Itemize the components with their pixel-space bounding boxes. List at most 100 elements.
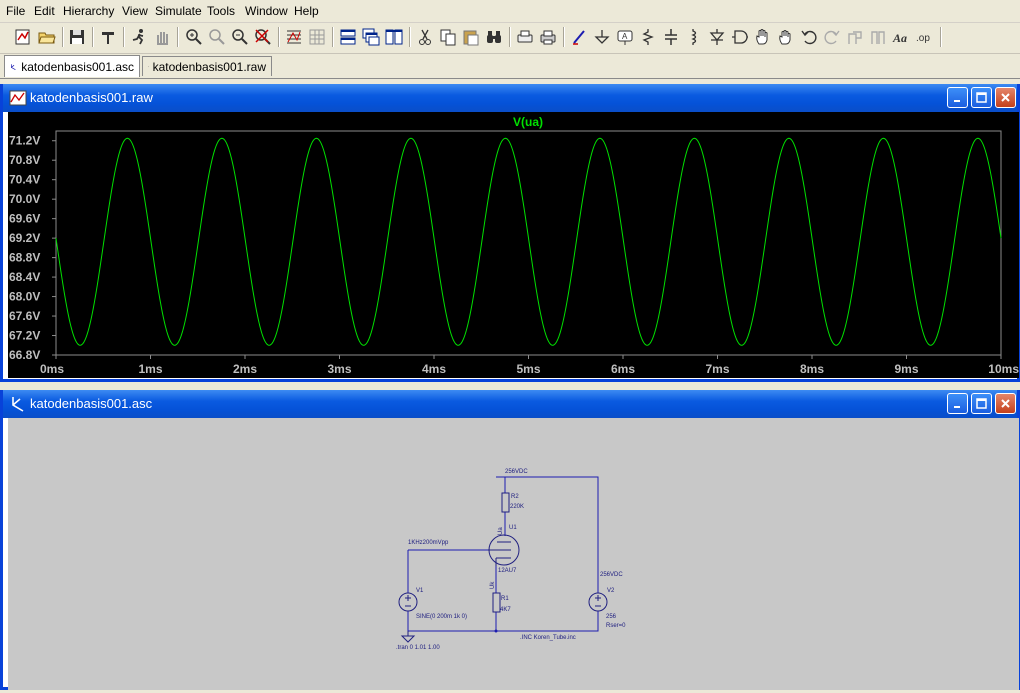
y-tick-label: 68.8V [9,251,40,265]
y-tick-label: 67.2V [9,329,40,343]
label-r1-value[interactable]: 4K7 [500,607,511,613]
label-icon[interactable]: A [614,26,636,48]
resistor-r1[interactable] [493,593,500,612]
text-icon[interactable]: Aa [890,26,912,48]
menu-tools[interactable]: Tools [207,4,235,18]
zoom-out-icon[interactable] [229,26,251,48]
resistor-icon[interactable] [637,26,659,48]
x-tick-label: 7ms [705,362,729,376]
zoom-in-icon[interactable] [183,26,205,48]
schematic-canvas[interactable]: 256VDC R2 220K U1 Ua 12AU7 1KHz200mVpp V… [8,418,1019,690]
capacitor-icon[interactable] [660,26,682,48]
label-v1-value[interactable]: SINE(0 200m 1k 0) [416,614,467,620]
triode-u1[interactable] [488,535,519,566]
label-v2-name[interactable]: V2 [607,588,615,594]
toolbar-separator [509,27,511,47]
redo-icon[interactable] [821,26,843,48]
label-tube-net[interactable]: Ua [498,527,504,535]
tab-waveform[interactable]: katodenbasis001.raw [142,56,272,76]
waveform-plot[interactable]: V(ua) 71.2V70.8V70.4V70.0V69.6V69.2V68.8… [8,112,1019,378]
control-panel-icon[interactable] [97,26,119,48]
diode-icon[interactable] [706,26,728,48]
save-icon[interactable] [66,26,88,48]
copy-icon[interactable] [437,26,459,48]
label-r2-name[interactable]: R2 [511,494,519,500]
menu-help[interactable]: Help [294,4,319,18]
ground-icon[interactable] [591,26,613,48]
close-button[interactable] [995,87,1016,108]
schematic-drawing[interactable]: 256VDC R2 220K U1 Ua 12AU7 1KHz200mVpp V… [8,418,1019,690]
open-icon[interactable] [36,26,58,48]
menu-edit[interactable]: Edit [34,4,55,18]
print-icon[interactable] [537,26,559,48]
zoom-pan-icon[interactable] [206,26,228,48]
halt-icon[interactable] [151,26,173,48]
tile-vertical-icon[interactable] [383,26,405,48]
ground-symbol[interactable] [402,631,414,642]
junction-dot [495,630,498,633]
label-v2-rser[interactable]: Rser=0 [606,623,626,629]
find-icon[interactable] [483,26,505,48]
tab-schematic[interactable]: katodenbasis001.asc [4,55,140,77]
menu-hierarchy[interactable]: Hierarchy [63,4,114,18]
label-v1-signal[interactable]: 1KHz200mVpp [408,540,449,546]
minimize-button[interactable] [947,393,968,414]
new-schematic-icon[interactable] [12,26,34,48]
run-icon[interactable] [128,26,150,48]
undo-icon[interactable] [798,26,820,48]
label-r1-name[interactable]: R1 [501,596,509,602]
trace-label[interactable]: V(ua) [513,115,543,129]
maximize-button[interactable] [971,393,992,414]
menu-window[interactable]: Window [245,4,288,18]
waveform-icon [9,89,27,107]
cut-icon[interactable] [414,26,436,48]
paste-icon[interactable] [460,26,482,48]
label-r2-value[interactable]: 220K [510,504,524,510]
menu-simulate[interactable]: Simulate [155,4,202,18]
trace-v-ua[interactable] [56,138,1001,345]
zoom-cancel-icon[interactable] [252,26,274,48]
document-tab-strip: katodenbasis001.asc katodenbasis001.raw [0,54,1020,79]
move-icon[interactable] [752,26,774,48]
rotate-icon[interactable] [844,26,866,48]
minimize-button[interactable] [947,87,968,108]
maximize-button[interactable] [971,87,992,108]
resistor-r2[interactable] [502,493,509,512]
waveform-chart[interactable]: V(ua) 71.2V70.8V70.4V70.0V69.6V69.2V68.8… [8,112,1019,378]
toolbar-separator [177,27,179,47]
menu-bar: File Edit Hierarchy View Simulate Tools … [0,0,1020,23]
y-tick-label: 70.8V [9,153,40,167]
toolbar-separator [92,27,94,47]
spice-tran-directive[interactable]: .tran 0 1.01 1.00 [396,645,440,651]
menu-view[interactable]: View [122,4,148,18]
y-tick-label: 66.8V [9,348,40,362]
close-icon [999,91,1012,104]
close-button[interactable] [995,393,1016,414]
spice-include-directive[interactable]: .INC Koren_Tube.inc [520,635,576,641]
schematic-window-titlebar[interactable]: katodenbasis001.asc [3,390,1017,418]
label-supply-top[interactable]: 256VDC [505,469,528,475]
grid-icon[interactable] [306,26,328,48]
label-tube-model[interactable]: 12AU7 [498,568,517,574]
spice-directive-icon[interactable]: .op [913,26,935,48]
label-v2-supply[interactable]: 256VDC [600,572,623,578]
inductor-icon[interactable] [683,26,705,48]
label-uk-net[interactable]: Uk [490,581,496,589]
print-preview-icon[interactable] [514,26,536,48]
wire-icon[interactable] [568,26,590,48]
label-v2-value[interactable]: 256 [606,614,617,620]
drag-icon[interactable] [775,26,797,48]
label-tube-name[interactable]: U1 [509,525,517,531]
autorange-icon[interactable] [283,26,305,48]
svg-text:Aa: Aa [892,31,907,45]
waveform-window-titlebar[interactable]: katodenbasis001.raw [3,84,1017,112]
component-icon[interactable] [729,26,751,48]
mirror-icon[interactable] [867,26,889,48]
tile-horizontal-icon[interactable] [337,26,359,48]
voltage-source-v2[interactable] [589,593,607,611]
voltage-source-v1[interactable] [399,593,417,611]
label-v1-name[interactable]: V1 [416,588,424,594]
menu-file[interactable]: File [6,4,25,18]
cascade-icon[interactable] [360,26,382,48]
close-icon [999,397,1012,410]
